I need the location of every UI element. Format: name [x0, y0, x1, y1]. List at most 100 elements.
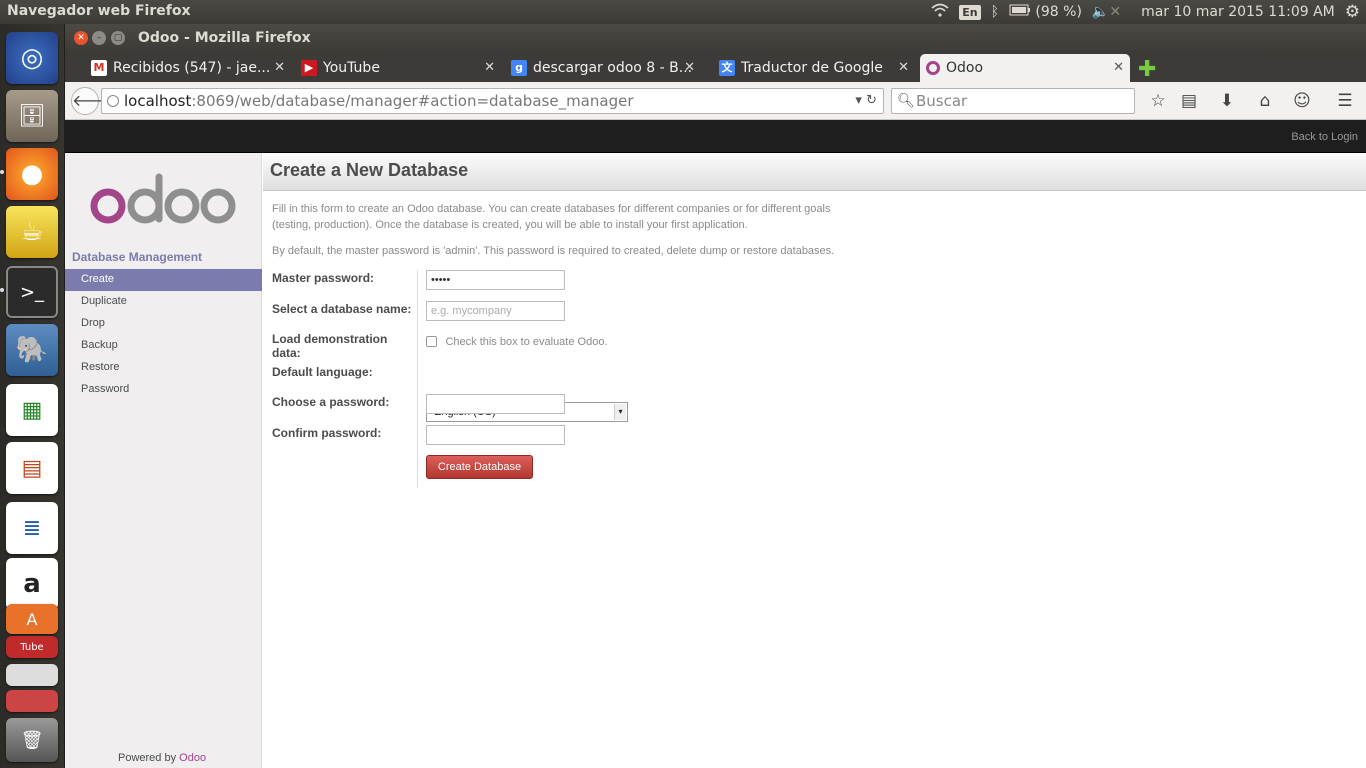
dropdown-arrow-icon: ▾ — [614, 404, 626, 420]
confirm-password-label: Confirm password: — [272, 426, 382, 440]
language-label: Default language: — [272, 365, 373, 379]
files-icon[interactable]: 🗄 — [6, 90, 58, 142]
close-tab-icon[interactable]: ✕ — [484, 60, 495, 75]
system-top-panel: Navegador web Firefox En ᛒ (98 %) 🔈✕ mar… — [0, 0, 1366, 24]
choose-password-input[interactable] — [426, 394, 565, 414]
firefox-window: ✕ – ▢ Odoo - Mozilla Firefox M Recibidos… — [65, 24, 1366, 768]
minimize-window-button[interactable]: – — [92, 31, 106, 45]
url-path: :8069/web/database/manager#action=databa… — [191, 92, 634, 110]
url-controls[interactable]: ▾ ↻ — [855, 89, 877, 113]
demo-data-field: Check this box to evaluate Odoo. — [426, 333, 608, 351]
sidebar-item-backup[interactable]: Backup — [65, 335, 262, 357]
database-sidebar: Database Management Create Duplicate Dro… — [65, 153, 262, 768]
sidebar-item-create[interactable]: Create — [65, 269, 262, 291]
teapot-app-icon[interactable]: ☕ — [6, 206, 58, 258]
help-text-master-password: By default, the master password is 'admi… — [272, 245, 835, 257]
odoo-logo — [90, 173, 236, 224]
unity-launcher: ◎ 🗄 ● ☕ >_ 🐘 ▦ ▤ ≣ a A Tube 🗑 — [0, 24, 65, 768]
close-tab-icon[interactable]: ✕ — [684, 60, 695, 75]
running-indicator — [0, 170, 4, 174]
url-dropdown-icon[interactable]: ▾ — [855, 93, 862, 108]
sidebar-item-drop[interactable]: Drop — [65, 313, 262, 335]
maximize-window-button[interactable]: ▢ — [111, 31, 125, 45]
stacked-apps-icon[interactable] — [6, 664, 58, 686]
clock[interactable]: mar 10 mar 2015 11:09 AM — [1141, 4, 1335, 20]
close-tab-icon[interactable]: ✕ — [1113, 60, 1124, 75]
libreoffice-calc-icon[interactable]: ▦ — [6, 384, 58, 436]
reading-list-icon[interactable]: ▤ — [1178, 91, 1200, 111]
back-arrow-icon[interactable]: 🡐 — [71, 87, 115, 115]
menu-hamburger-icon[interactable]: ☰ — [1334, 91, 1356, 111]
running-indicator — [0, 288, 4, 292]
software-center-icon[interactable]: A — [6, 604, 58, 634]
odoo-top-bar: Back to Login — [65, 120, 1366, 153]
sidebar-item-duplicate[interactable]: Duplicate — [65, 291, 262, 313]
db-name-input[interactable]: e.g. mycompany — [426, 301, 565, 321]
gmail-icon: M — [91, 60, 107, 76]
stacked-apps-icon[interactable] — [6, 690, 58, 712]
bookmark-star-icon[interactable]: ☆ — [1147, 91, 1169, 111]
bluetooth-icon[interactable]: ᛒ — [991, 4, 999, 20]
reload-icon[interactable]: ↻ — [866, 93, 877, 108]
close-tab-icon[interactable]: ✕ — [898, 60, 909, 75]
settings-gear-icon[interactable]: ⚙ — [1345, 2, 1360, 22]
close-window-button[interactable]: ✕ — [74, 31, 88, 45]
libreoffice-writer-icon[interactable]: ≣ — [6, 502, 58, 554]
system-tray: En ᛒ (98 %) 🔈✕ mar 10 mar 2015 11:09 AM … — [931, 0, 1360, 24]
create-database-button[interactable]: Create Database — [426, 455, 533, 479]
url-bar[interactable]: localhost:8069/web/database/manager#acti… — [101, 88, 884, 114]
back-to-login-link[interactable]: Back to Login — [1291, 131, 1358, 143]
demo-data-label: Load demonstration data: — [272, 332, 388, 360]
tab-google-translate[interactable]: 文 Traductor de Google ✕ — [713, 54, 915, 82]
sidebar-item-restore[interactable]: Restore — [65, 357, 262, 379]
active-app-name: Navegador web Firefox — [7, 3, 191, 19]
trash-icon[interactable]: 🗑 — [6, 718, 58, 762]
tab-label: Traductor de Google — [741, 60, 883, 76]
demo-data-hint: Check this box to evaluate Odoo. — [445, 335, 608, 348]
web-page: Back to Login Database Management Create… — [65, 120, 1366, 768]
create-database-panel: Create a New Database Fill in this form … — [263, 153, 1366, 768]
help-text-intro: Fill in this form to create an Odoo data… — [272, 203, 831, 231]
youtube-icon: ▶ — [301, 60, 317, 76]
tab-label: descargar odoo 8 - B... — [533, 60, 693, 76]
form-labels: Master password: Select a database name:… — [272, 270, 418, 488]
tab-youtube[interactable]: ▶ YouTube ✕ — [295, 54, 501, 82]
globe-icon — [107, 95, 119, 107]
terminal-icon[interactable]: >_ — [6, 266, 58, 318]
amazon-icon[interactable]: a — [6, 558, 58, 610]
battery-indicator[interactable]: (98 %) — [1009, 4, 1082, 20]
odoo-link[interactable]: Odoo — [179, 752, 206, 764]
dash-home-icon[interactable]: ◎ — [6, 32, 58, 84]
master-password-label: Master password: — [272, 271, 375, 285]
sidebar-heading: Database Management — [72, 250, 203, 264]
google-icon: g — [511, 60, 527, 76]
odoo-icon — [926, 61, 940, 75]
confirm-password-input[interactable] — [426, 425, 565, 445]
wifi-icon[interactable] — [931, 3, 949, 21]
battery-icon — [1009, 4, 1030, 16]
home-icon[interactable]: ⌂ — [1254, 91, 1276, 111]
master-password-input[interactable]: ••••• — [426, 270, 565, 290]
window-title: Odoo - Mozilla Firefox — [138, 30, 311, 46]
hello-chat-icon[interactable]: ☺ — [1291, 91, 1313, 111]
tab-google-search[interactable]: g descargar odoo 8 - B... ✕ — [505, 54, 701, 82]
navigation-toolbar: 🡐 localhost:8069/web/database/manager#ac… — [65, 82, 1366, 120]
new-tab-plus-icon[interactable]: ✚ — [1138, 57, 1156, 82]
libreoffice-impress-icon[interactable]: ▤ — [6, 442, 58, 494]
firefox-icon[interactable]: ● — [6, 148, 58, 200]
tab-odoo[interactable]: Odoo ✕ — [920, 54, 1130, 82]
downloads-icon[interactable]: ⬇ — [1216, 91, 1238, 111]
tab-gmail[interactable]: M Recibidos (547) - jae... ✕ — [85, 54, 291, 82]
volume-muted-icon[interactable]: 🔈✕ — [1092, 4, 1121, 20]
sidebar-item-password[interactable]: Password — [65, 379, 262, 401]
powered-by: Powered by Odoo — [118, 752, 206, 764]
close-tab-icon[interactable]: ✕ — [274, 60, 285, 75]
keyboard-layout-indicator[interactable]: En — [959, 4, 981, 20]
demo-data-checkbox[interactable] — [426, 336, 437, 348]
stacked-apps-icon[interactable]: Tube — [6, 636, 58, 658]
page-title: Create a New Database — [263, 153, 1366, 191]
search-bar[interactable]: 🔍︎ Buscar — [891, 88, 1135, 114]
powered-by-label: Powered by — [118, 752, 177, 764]
pgadmin-elephant-icon[interactable]: 🐘 — [6, 324, 58, 376]
search-placeholder: Buscar — [916, 92, 968, 110]
